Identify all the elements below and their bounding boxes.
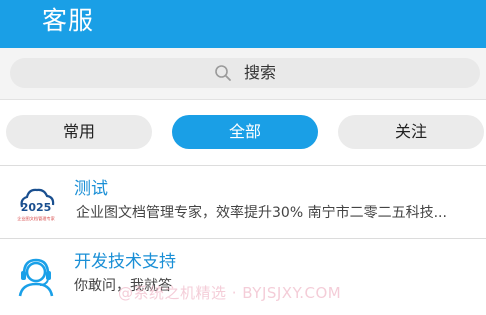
tab-follow[interactable]: 关注 xyxy=(338,115,484,149)
search-placeholder: 搜索 xyxy=(244,63,277,82)
tab-all[interactable]: 全部 xyxy=(172,115,318,149)
app-header: 客服 xyxy=(0,0,486,48)
contact-name: 测试 xyxy=(74,179,108,199)
contact-description: 企业图文档管理专家，效率提升30% 南宁市二零二五科技... xyxy=(76,205,447,221)
search-bar-container: 搜索 xyxy=(0,48,486,100)
headset-support-icon xyxy=(18,258,54,297)
filter-tabs: 常用 全部 关注 xyxy=(0,100,486,166)
divider xyxy=(0,238,486,239)
avatar-logo-caption: 企业图文档管理专家 xyxy=(17,215,56,222)
search-icon xyxy=(215,65,231,81)
tab-common[interactable]: 常用 xyxy=(6,115,152,149)
search-input[interactable]: 搜索 xyxy=(10,58,480,88)
list-item[interactable]: 2025 企业图文档管理专家 测试 企业图文档管理专家，效率提升30% 南宁市二… xyxy=(0,167,486,239)
page-title: 客服 xyxy=(42,6,95,35)
avatar-logo-text: 2025 xyxy=(21,201,52,214)
contact-name: 开发技术支持 xyxy=(74,252,176,272)
watermark: @系统之机精选 · BYJSJXY.COM xyxy=(118,284,342,302)
2025-logo-icon: 2025 企业图文档管理专家 xyxy=(17,188,56,222)
